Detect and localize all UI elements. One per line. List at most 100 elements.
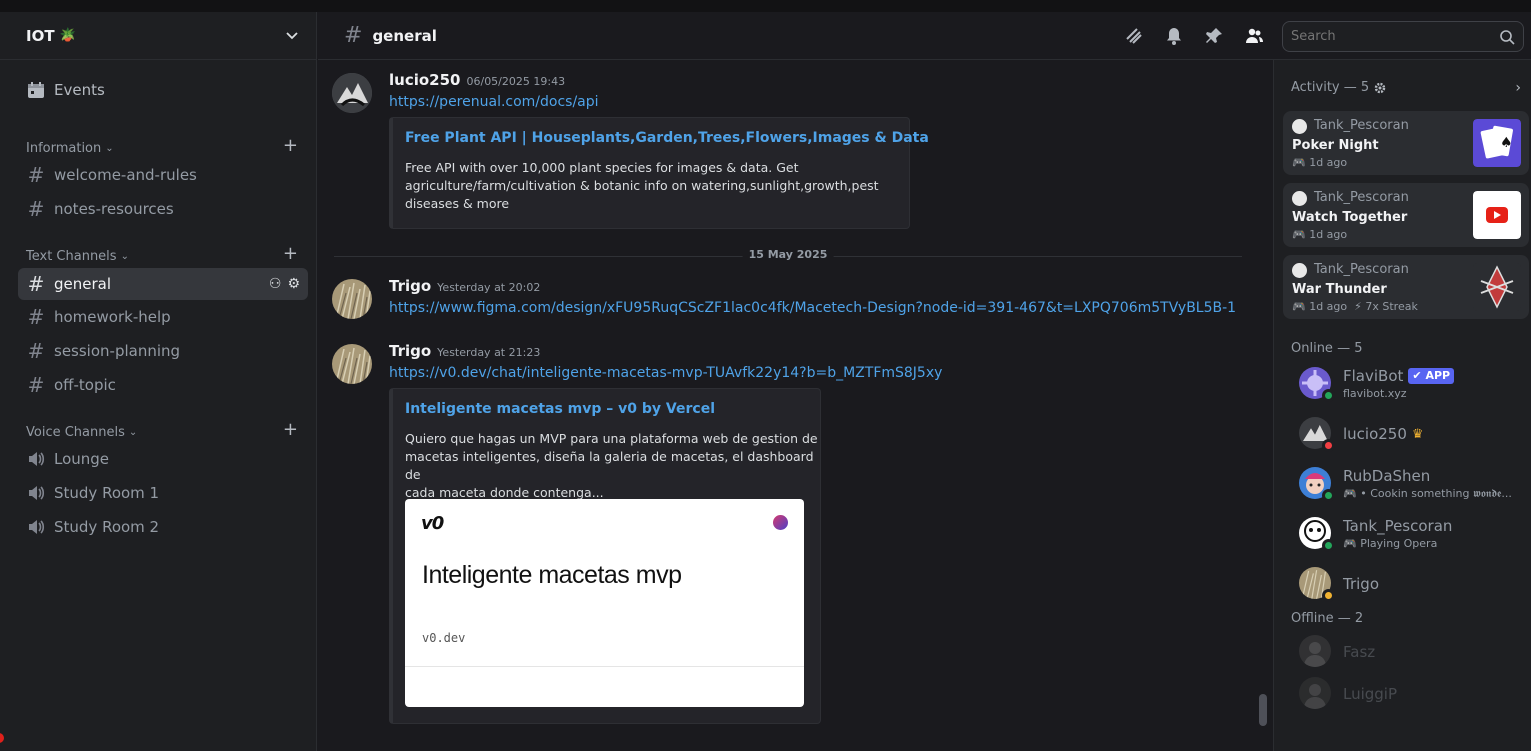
- avatar[interactable]: [332, 344, 372, 384]
- member-name: FlaviBot ✔ APP: [1343, 367, 1455, 385]
- online-status: [1322, 389, 1335, 402]
- member-list-icon[interactable]: [1244, 26, 1264, 46]
- timestamp: 06/05/2025 19:43: [466, 75, 566, 88]
- preview-domain: v0.dev: [422, 631, 466, 645]
- activity-name: Poker Night: [1292, 138, 1379, 153]
- member-luiggip[interactable]: LuiggiP: [1283, 673, 1523, 715]
- channel-sidebar: IOT 🪴 Events Information ⌄ + # welcome-and…: [0, 12, 317, 751]
- embed-preview-image[interactable]: v0 Inteligente macetas mvp v0.dev: [405, 499, 804, 707]
- activity-user: Tank_Pescoran: [1314, 118, 1409, 133]
- speaker-icon: [29, 486, 45, 500]
- channel-general[interactable]: # general ⚇ ⚙: [18, 268, 308, 300]
- channel-homework-help[interactable]: # homework-help: [18, 301, 308, 333]
- app: IOT 🪴 Events Information ⌄ + # welcome-and…: [0, 12, 1531, 751]
- embed-title[interactable]: Free Plant API | Houseplants,Garden,Tree…: [405, 130, 929, 146]
- author-name[interactable]: lucio250 06/05/2025 19:43: [389, 71, 565, 89]
- avatar: [1299, 635, 1331, 667]
- activity-card[interactable]: Tank_Pescoran War Thunder 🎮 1d ago ⚡ 7x …: [1283, 255, 1529, 319]
- avatar-dot: [773, 515, 788, 530]
- gear-icon[interactable]: [1374, 82, 1386, 94]
- poker-night-thumbnail: ♠: [1473, 119, 1521, 167]
- activity-user: Tank_Pescoran: [1314, 190, 1409, 205]
- avatar[interactable]: [332, 279, 372, 319]
- search-box[interactable]: [1282, 21, 1524, 52]
- member-lucio250[interactable]: lucio250 ♛: [1283, 413, 1523, 455]
- dnd-status: [1322, 439, 1335, 452]
- chevron-down-icon[interactable]: [285, 28, 299, 42]
- add-channel-icon[interactable]: +: [283, 419, 298, 440]
- category-label: Text Channels: [26, 248, 117, 264]
- activity-header: Activity — 5: [1291, 80, 1386, 95]
- server-name: IOT: [26, 26, 55, 45]
- threads-icon[interactable]: [1124, 26, 1144, 46]
- bell-icon[interactable]: [1164, 26, 1184, 46]
- member-rubdashen[interactable]: RubDaShen 🎮 • Cookin something 𝖜𝖔𝖓𝖉𝖊...: [1283, 463, 1523, 505]
- embed-description: Quiero que hagas un MVP para una platafo…: [405, 431, 818, 500]
- pin-icon[interactable]: [1204, 26, 1224, 46]
- channel-label: Lounge: [54, 450, 110, 468]
- member-fasz[interactable]: Fasz: [1283, 631, 1523, 673]
- category-label: Information: [26, 140, 102, 156]
- chevron-right-icon[interactable]: ›: [1515, 80, 1521, 96]
- invite-icon[interactable]: ⚇: [269, 276, 282, 292]
- divider: [405, 666, 804, 667]
- events-item[interactable]: Events: [18, 73, 308, 107]
- message-link[interactable]: https://v0.dev/chat/inteligente-macetas-…: [389, 365, 942, 381]
- category-information[interactable]: Information ⌄ +: [26, 135, 308, 158]
- voice-channel-study-room-1[interactable]: Study Room 1: [18, 477, 308, 509]
- activity-time: 🎮 1d ago ⚡ 7x Streak: [1292, 300, 1418, 313]
- channel-off-topic[interactable]: # off-topic: [18, 369, 308, 401]
- gear-icon[interactable]: ⚙: [287, 276, 300, 292]
- voice-channel-lounge[interactable]: Lounge: [18, 443, 308, 475]
- channel-label: Study Room 2: [54, 518, 160, 536]
- calendar-icon: [28, 82, 44, 98]
- member-trigo[interactable]: Trigo: [1283, 563, 1523, 605]
- add-channel-icon[interactable]: +: [283, 135, 298, 156]
- svg-text:♠: ♠: [1500, 135, 1513, 151]
- avatar: [1299, 677, 1331, 709]
- preview-title: Inteligente macetas mvp: [422, 561, 682, 589]
- timestamp: Yesterday at 21:23: [437, 346, 541, 359]
- activity-card[interactable]: Tank_Pescoran Watch Together 🎮 1d ago: [1283, 183, 1529, 247]
- voice-channel-study-room-2[interactable]: Study Room 2: [18, 511, 308, 543]
- channel-notes-resources[interactable]: # notes-resources: [18, 193, 308, 225]
- gamepad-icon: 🎮: [1292, 156, 1310, 169]
- activity-time: 🎮 1d ago: [1292, 156, 1348, 169]
- hash-icon: #: [27, 339, 45, 363]
- add-channel-icon[interactable]: +: [283, 243, 298, 264]
- chat-area: # general lucio25006/05/2025 19:43 https…: [318, 12, 1531, 751]
- channel-welcome-and-rules[interactable]: # welcome-and-rules: [18, 159, 308, 191]
- user-avatar-icon: [1292, 263, 1307, 278]
- speaker-icon: [29, 520, 45, 534]
- member-name: Fasz: [1343, 643, 1376, 661]
- avatar[interactable]: [332, 73, 372, 113]
- member-subtext: 🎮 Playing Opera: [1343, 537, 1438, 550]
- search-input[interactable]: [1291, 29, 1491, 44]
- member-flavibot[interactable]: FlaviBot ✔ APP flavibot.xyz: [1283, 363, 1523, 405]
- author-name[interactable]: Trigo Yesterday at 21:23: [389, 342, 540, 360]
- message-link[interactable]: https://www.figma.com/design/xFU95RuqCSc…: [389, 300, 1236, 316]
- war-thunder-thumbnail: [1473, 263, 1521, 311]
- channel-session-planning[interactable]: # session-planning: [18, 335, 308, 367]
- activity-name: War Thunder: [1292, 282, 1387, 297]
- v0-logo: v0: [421, 513, 444, 534]
- scrollbar-thumb[interactable]: [1259, 694, 1267, 726]
- online-header: Online — 5: [1291, 341, 1363, 356]
- hash-icon: #: [27, 197, 45, 221]
- embed-title[interactable]: Inteligente macetas mvp – v0 by Vercel: [405, 401, 715, 417]
- member-subtext: 🎮 • Cookin something 𝖜𝖔𝖓𝖉𝖊...: [1343, 487, 1512, 500]
- channel-label: homework-help: [54, 308, 171, 326]
- activity-card[interactable]: Tank_Pescoran Poker Night 🎮 1d ago ♠: [1283, 111, 1529, 175]
- events-label: Events: [54, 81, 105, 99]
- offline-header: Offline — 2: [1291, 611, 1364, 626]
- online-status: [1322, 489, 1335, 502]
- author-name[interactable]: Trigo Yesterday at 20:02: [389, 277, 540, 295]
- category-text-channels[interactable]: Text Channels ⌄ +: [26, 243, 308, 266]
- message-link[interactable]: https://perenual.com/docs/api: [389, 94, 599, 110]
- hash-icon: #: [27, 305, 45, 329]
- channel-label: session-planning: [54, 342, 181, 360]
- member-tank-pescoran[interactable]: Tank_Pescoran 🎮 Playing Opera: [1283, 513, 1523, 555]
- server-header[interactable]: IOT 🪴: [0, 12, 317, 60]
- gamepad-icon: 🎮: [1343, 487, 1357, 500]
- category-voice-channels[interactable]: Voice Channels ⌄ +: [26, 419, 308, 442]
